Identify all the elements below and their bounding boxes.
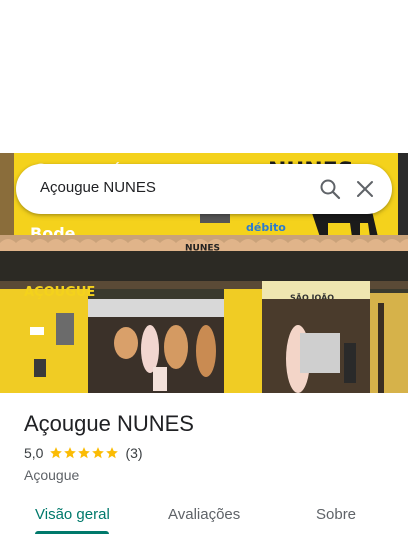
star-icon: [106, 447, 119, 459]
search-bar[interactable]: Açougue NUNES: [16, 164, 392, 214]
close-icon[interactable]: [353, 177, 377, 201]
sign-debito-text: débito: [246, 221, 286, 234]
place-tabs: Visão geral Avaliações Sobre: [0, 497, 408, 542]
place-title: Açougue NUNES: [24, 411, 194, 436]
star-icon: [92, 447, 105, 459]
review-count[interactable]: (3): [125, 445, 142, 461]
search-icon[interactable]: [318, 177, 342, 201]
door-sign-text: AÇOUGUE: [24, 285, 95, 300]
top-blank-area: [0, 0, 408, 153]
tab-overview[interactable]: Visão geral: [35, 506, 110, 523]
tab-about[interactable]: Sobre: [316, 506, 356, 523]
tab-reviews[interactable]: Avaliações: [168, 506, 240, 523]
place-info-panel: Açougue NUNES 5,0 (3) Açougue Visão gera…: [0, 393, 408, 546]
star-icon: [78, 447, 91, 459]
rating-row[interactable]: 5,0 (3): [24, 445, 143, 461]
active-tab-indicator: [35, 531, 109, 534]
star-icon: [50, 447, 63, 459]
rating-stars: [49, 446, 119, 460]
star-icon: [64, 447, 77, 459]
rating-value: 5,0: [24, 445, 44, 461]
place-category[interactable]: Açougue: [24, 467, 79, 483]
search-input[interactable]: Açougue NUNES: [40, 179, 156, 196]
